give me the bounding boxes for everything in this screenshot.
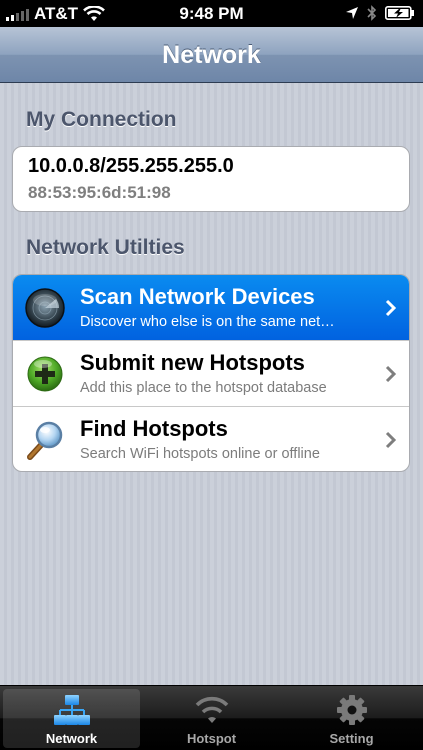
tab-hotspot-label: Hotspot bbox=[186, 731, 237, 746]
wifi-icon bbox=[195, 696, 228, 723]
scan-network-devices-item[interactable]: Scan Network Devices Discover who else i… bbox=[13, 275, 409, 341]
tab-hotspot[interactable]: Hotspot bbox=[143, 689, 280, 748]
chevron-right-icon bbox=[385, 299, 397, 317]
tab-network[interactable]: Network bbox=[3, 689, 140, 748]
tab-network-label: Network bbox=[45, 731, 98, 746]
find-hotspots-title: Find Hotspots bbox=[80, 416, 228, 441]
green-plus-icon bbox=[27, 356, 63, 392]
find-hotspots-item[interactable]: Find Hotspots Search WiFi hotspots onlin… bbox=[13, 407, 409, 471]
battery-charging-icon bbox=[385, 6, 414, 20]
my-connection-header: My Connection bbox=[26, 108, 177, 131]
scan-network-devices-subtitle: Discover who else is on the same net… bbox=[80, 314, 335, 330]
my-connection-card: 10.0.0.8/255.255.255.0 88:53:95:6d:51:98 bbox=[12, 146, 410, 212]
scan-network-devices-title: Scan Network Devices bbox=[80, 284, 315, 309]
bluetooth-icon bbox=[367, 5, 377, 21]
tab-bar: Network Hotspot Setting bbox=[0, 685, 423, 750]
location-arrow-icon bbox=[346, 7, 358, 19]
network-tree-icon bbox=[53, 695, 90, 725]
page-title: Network bbox=[162, 41, 261, 69]
magnifier-icon bbox=[27, 421, 63, 460]
gear-icon bbox=[336, 695, 367, 725]
chevron-right-icon bbox=[385, 431, 397, 449]
network-utilities-header: Network Utilties bbox=[26, 236, 185, 259]
submit-new-hotspots-title: Submit new Hotspots bbox=[80, 350, 305, 375]
radar-icon bbox=[25, 288, 65, 328]
status-right bbox=[345, 5, 415, 21]
navigation-bar: Network bbox=[0, 27, 423, 83]
chevron-right-icon bbox=[385, 365, 397, 383]
status-bar: AT&T 9:48 PM bbox=[0, 0, 423, 27]
find-hotspots-subtitle: Search WiFi hotspots online or offline bbox=[80, 446, 320, 462]
tab-setting-label: Setting bbox=[329, 731, 374, 746]
tab-setting[interactable]: Setting bbox=[283, 689, 420, 748]
mac-address: 88:53:95:6d:51:98 bbox=[28, 183, 171, 202]
network-utilities-list: Scan Network Devices Discover who else i… bbox=[12, 274, 410, 472]
ip-address: 10.0.0.8/255.255.255.0 bbox=[28, 155, 234, 177]
submit-new-hotspots-subtitle: Add this place to the hotspot database bbox=[80, 380, 327, 396]
submit-new-hotspots-item[interactable]: Submit new Hotspots Add this place to th… bbox=[13, 341, 409, 407]
